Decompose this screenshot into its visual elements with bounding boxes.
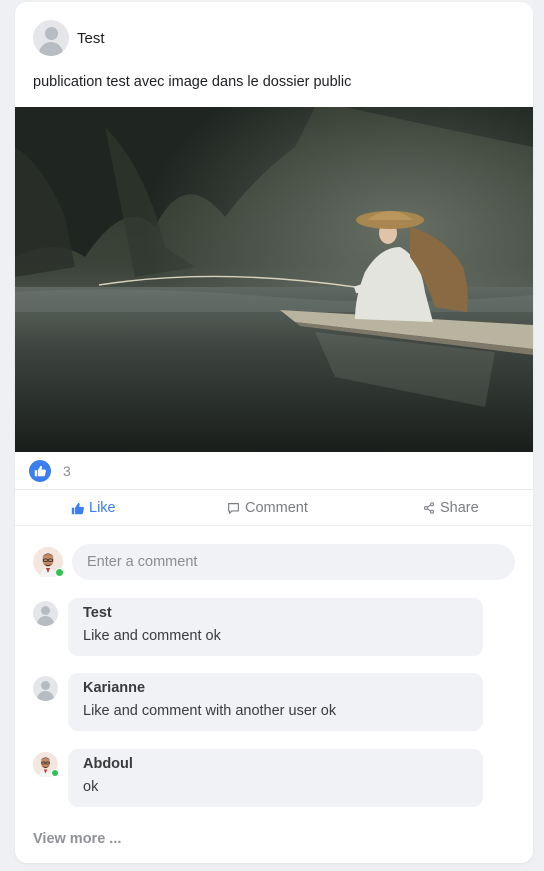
share-button[interactable]: Share — [423, 490, 479, 526]
like-label: Like — [89, 500, 116, 516]
reaction-summary[interactable]: 3 — [29, 460, 71, 482]
share-icon — [423, 502, 435, 514]
like-reaction-icon — [29, 460, 51, 482]
online-status-indicator — [55, 568, 64, 577]
current-user-avatar[interactable] — [33, 547, 64, 577]
comment-text: Like and comment ok — [83, 628, 221, 644]
comment-button[interactable]: Comment — [227, 490, 308, 526]
post-actions-bar: Like Comment Share — [15, 489, 533, 526]
comment-bubble: Test Like and comment ok — [68, 598, 483, 656]
author-avatar[interactable] — [33, 20, 69, 56]
online-status-indicator — [51, 769, 59, 777]
post-image[interactable] — [15, 107, 533, 452]
share-label: Share — [440, 500, 479, 516]
post-author-name[interactable]: Test — [77, 30, 105, 47]
post-header: Test — [33, 20, 105, 56]
comment-icon — [228, 502, 239, 514]
comment-label: Comment — [245, 500, 308, 516]
comment-text: ok — [83, 779, 99, 795]
post-card: Test publication test avec image dans le… — [15, 2, 533, 863]
post-text: publication test avec image dans le doss… — [33, 74, 352, 90]
reaction-count: 3 — [63, 463, 71, 479]
commenter-avatar[interactable] — [33, 752, 59, 777]
comment-author[interactable]: Test — [83, 605, 468, 621]
commenter-avatar[interactable] — [33, 676, 58, 701]
like-button[interactable]: Like — [71, 490, 116, 526]
commenter-avatar[interactable] — [33, 601, 58, 626]
comment-author[interactable]: Karianne — [83, 680, 468, 696]
comment-bubble: Karianne Like and comment with another u… — [68, 673, 483, 731]
view-more-comments-link[interactable]: View more ... — [33, 831, 121, 847]
comment-bubble: Abdoul ok — [68, 749, 483, 807]
thumbs-up-icon — [71, 502, 84, 514]
comment-input[interactable] — [72, 544, 515, 580]
comment-author[interactable]: Abdoul — [83, 756, 468, 772]
comment-text: Like and comment with another user ok — [83, 703, 337, 719]
